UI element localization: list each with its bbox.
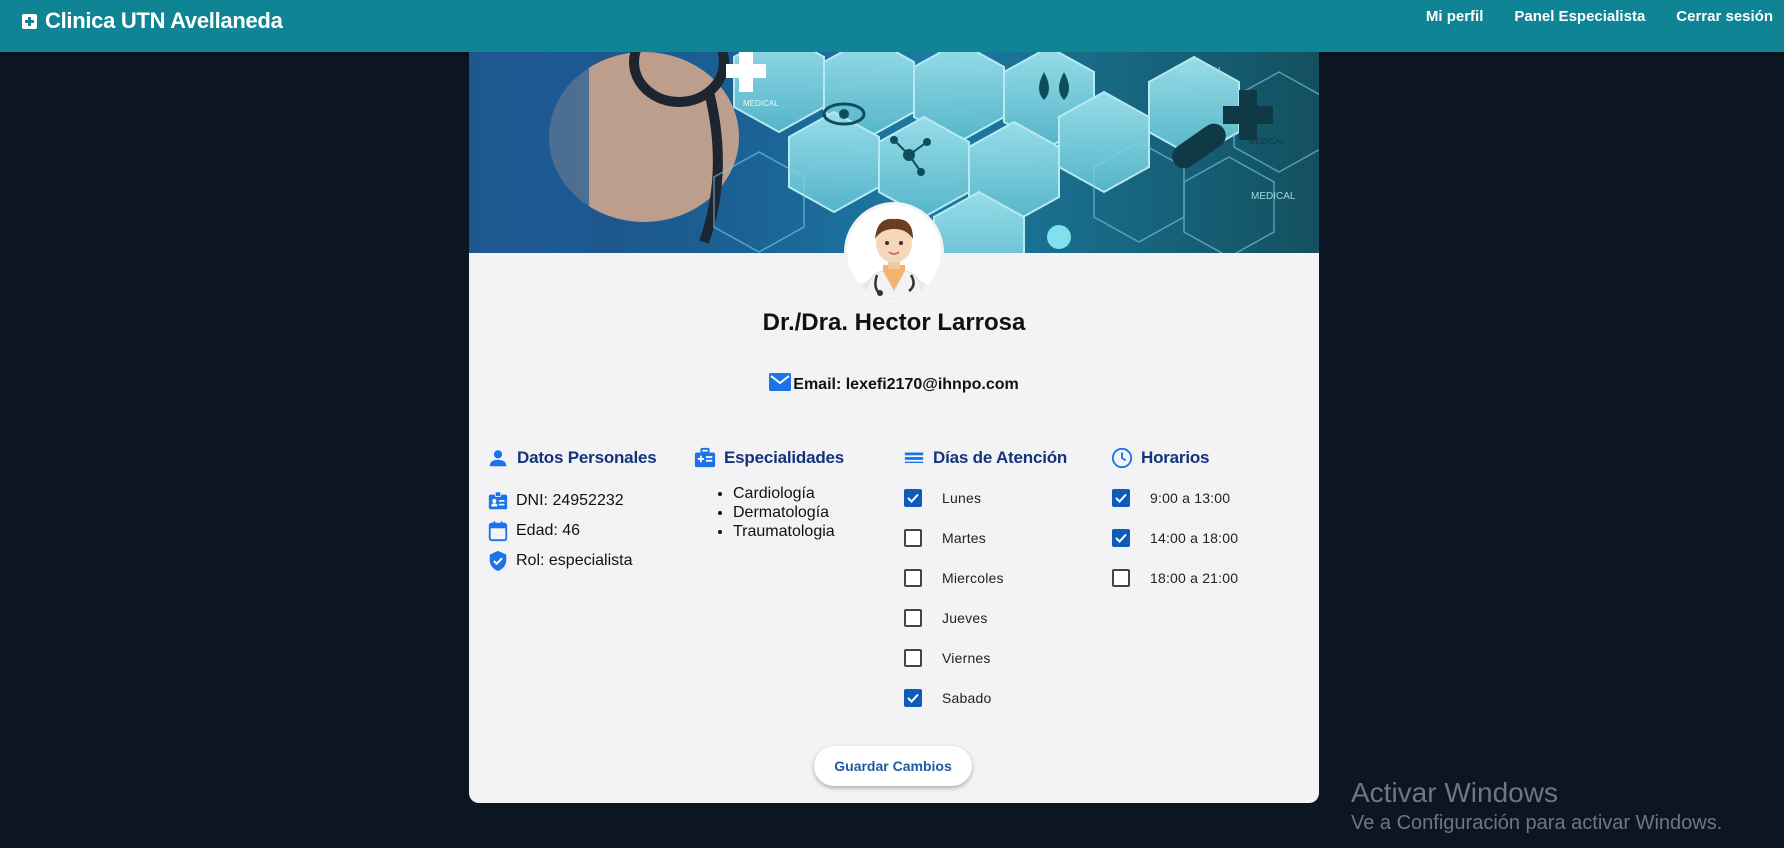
nav-links: Mi perfil Panel Especialista Cerrar sesi…: [1426, 8, 1773, 25]
calendar-icon: [488, 521, 508, 542]
days-checkbox-list: Lunes Martes Miercoles Jueves Viernes Sa…: [904, 478, 1093, 718]
day-label: Miercoles: [942, 570, 1004, 586]
checkbox-checked[interactable]: [1112, 529, 1130, 547]
lines-icon: [904, 452, 924, 464]
checkmark-icon: [1115, 493, 1127, 503]
banner-text-medical-1: MEDICAL: [743, 99, 779, 108]
checkmark-icon: [1115, 533, 1127, 543]
day-checkbox-miercoles[interactable]: Miercoles: [904, 558, 1093, 598]
checkmark-icon: [907, 493, 919, 503]
section-title-especialidades: Especialidades: [724, 448, 845, 467]
checkbox-unchecked[interactable]: [1112, 569, 1130, 587]
top-navbar: Clinica UTN Avellaneda Mi perfil Panel E…: [0, 0, 1784, 52]
day-label: Lunes: [942, 490, 982, 506]
avatar: [844, 202, 944, 302]
medical-kit-icon: [694, 447, 716, 468]
checkbox-unchecked[interactable]: [904, 529, 922, 547]
hours-checkbox-list: 9:00 a 13:00 14:00 a 18:00 18:00 a 21:00: [1112, 478, 1301, 598]
brand[interactable]: Clinica UTN Avellaneda: [22, 6, 283, 36]
watermark-title: Activar Windows: [1351, 777, 1558, 808]
day-label: Jueves: [942, 610, 988, 626]
section-head-especialidades: Especialidades: [694, 446, 884, 470]
nav-link-panel-especialista[interactable]: Panel Especialista: [1514, 8, 1645, 25]
watermark-subtitle: Ve a Configuración para activar Windows.: [1351, 812, 1723, 834]
section-head-datos-personales: Datos Personales: [487, 446, 687, 470]
checkbox-unchecked[interactable]: [904, 649, 922, 667]
id-card-icon: [488, 491, 508, 510]
day-checkbox-jueves[interactable]: Jueves: [904, 598, 1093, 638]
hour-label: 14:00 a 18:00: [1150, 530, 1239, 546]
section-title-dias-atencion: Días de Atención: [933, 448, 1068, 467]
info-dni: DNI: 24952232: [516, 492, 624, 509]
info-item-dni: DNI: 24952232: [487, 486, 687, 516]
info-rol: Rol: especialista: [516, 552, 633, 569]
day-checkbox-viernes[interactable]: Viernes: [904, 638, 1093, 678]
section-title-horarios: Horarios: [1141, 448, 1210, 467]
checkbox-unchecked[interactable]: [904, 609, 922, 627]
brand-title: Clinica UTN Avellaneda: [45, 8, 283, 33]
hour-checkbox-14-18[interactable]: 14:00 a 18:00: [1112, 518, 1301, 558]
checkmark-icon: [907, 693, 919, 703]
section-title-datos-personales: Datos Personales: [517, 448, 657, 467]
specialty-item: Traumatologia: [733, 522, 884, 541]
banner-text-medical-3: MEDICAL: [1249, 137, 1285, 146]
hour-checkbox-9-13[interactable]: 9:00 a 13:00: [1112, 478, 1301, 518]
doctor-avatar-icon: [847, 205, 941, 299]
specialty-item: Cardiología: [733, 484, 884, 503]
checkbox-checked[interactable]: [1112, 489, 1130, 507]
hour-label: 18:00 a 21:00: [1150, 570, 1239, 586]
info-item-edad: Edad: 46: [487, 516, 687, 546]
email-row: Email: lexefi2170@ihnpo.com: [469, 370, 1319, 394]
day-label: Viernes: [942, 650, 991, 666]
section-horarios: Horarios 9:00 a 13:00 14:00 a 18:00 18:0…: [1111, 446, 1301, 598]
day-label: Martes: [942, 530, 986, 546]
specialties-list: Cardiología Dermatología Traumatologia: [694, 484, 884, 541]
clock-icon: [1111, 447, 1133, 469]
profile-card: MEDICAL MEDICAL MEDICAL MEDICAL Dr./Dra.…: [469, 52, 1319, 803]
medical-cross-icon: [22, 13, 37, 29]
day-checkbox-lunes[interactable]: Lunes: [904, 478, 1093, 518]
banner-text-medical-4: MEDICAL: [1251, 191, 1296, 202]
info-edad: Edad: 46: [516, 522, 581, 539]
email-text: Email: lexefi2170@ihnpo.com: [793, 376, 1019, 393]
section-especialidades: Especialidades Cardiología Dermatología …: [694, 446, 884, 541]
day-checkbox-sabado[interactable]: Sabado: [904, 678, 1093, 718]
banner-text-medical-2: MEDICAL: [1179, 66, 1224, 77]
mail-icon: [769, 373, 792, 391]
info-item-rol: Rol: especialista: [487, 546, 687, 576]
hour-label: 9:00 a 13:00: [1150, 490, 1231, 506]
checkbox-checked[interactable]: [904, 689, 922, 707]
save-changes-button[interactable]: Guardar Cambios: [814, 746, 972, 786]
shield-check-icon: [489, 550, 507, 572]
day-label: Sabado: [942, 690, 992, 706]
section-datos-personales: Datos Personales DNI: 24952232 Edad: 46 …: [487, 446, 687, 576]
checkbox-unchecked[interactable]: [904, 569, 922, 587]
section-head-dias-atencion: Días de Atención: [903, 446, 1093, 470]
nav-link-mi-perfil[interactable]: Mi perfil: [1426, 8, 1484, 25]
person-icon: [489, 450, 507, 467]
nav-link-cerrar-sesion[interactable]: Cerrar sesión: [1676, 8, 1773, 25]
specialty-item: Dermatología: [733, 503, 884, 522]
checkbox-checked[interactable]: [904, 489, 922, 507]
section-head-horarios: Horarios: [1111, 446, 1301, 470]
doctor-name: Dr./Dra. Hector Larrosa: [762, 309, 1026, 336]
section-dias-atencion: Días de Atención Lunes Martes Miercoles …: [903, 446, 1093, 718]
windows-activation-watermark: Activar Windows Ve a Configuración para …: [1351, 776, 1722, 836]
day-checkbox-martes[interactable]: Martes: [904, 518, 1093, 558]
hour-checkbox-18-21[interactable]: 18:00 a 21:00: [1112, 558, 1301, 598]
